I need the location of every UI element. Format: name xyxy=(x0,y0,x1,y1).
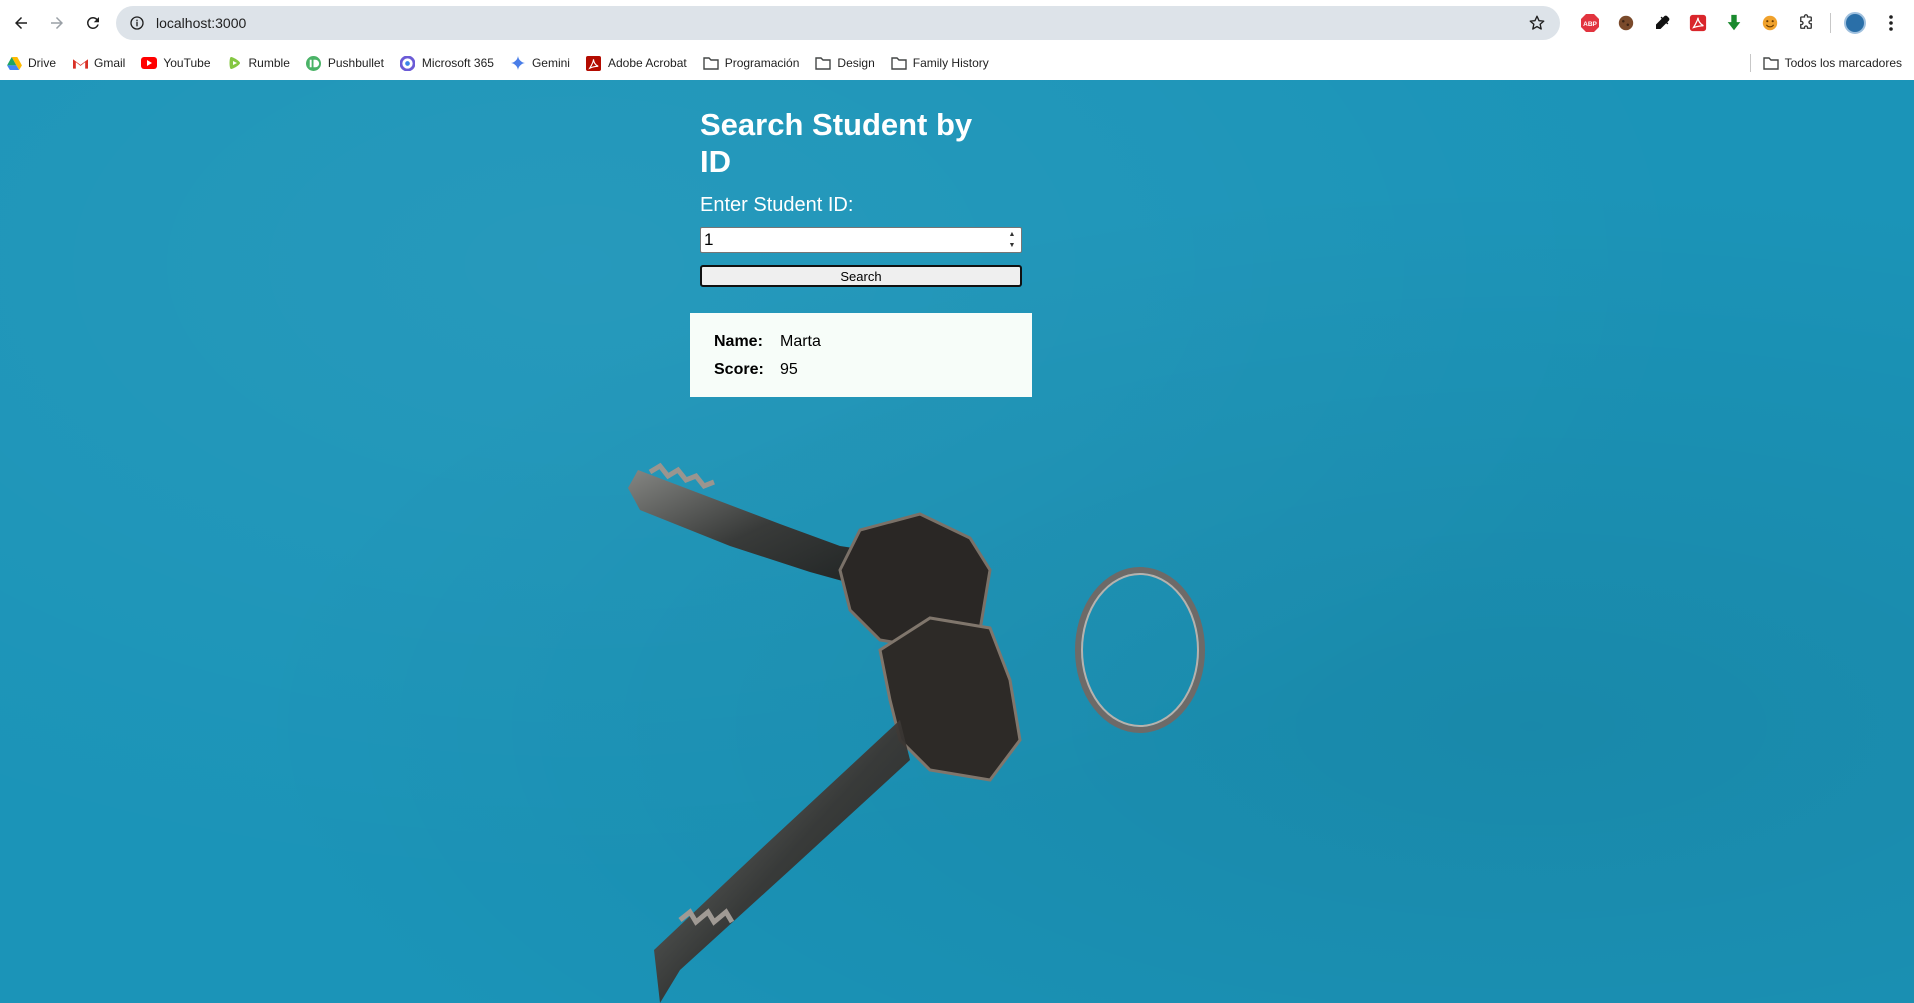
info-icon xyxy=(130,16,144,30)
browser-menu-button[interactable] xyxy=(1873,6,1909,40)
bookmark-folder-programacion[interactable]: Programación xyxy=(703,51,800,75)
all-bookmarks-area: Todos los marcadores xyxy=(1749,51,1902,75)
drive-icon xyxy=(6,55,22,71)
rumble-icon xyxy=(227,55,243,71)
page-viewport: Search Student by ID Enter Student ID: ▲… xyxy=(0,80,1914,1003)
bookmark-adobe-acrobat[interactable]: Adobe Acrobat xyxy=(586,51,687,75)
forward-button[interactable] xyxy=(40,6,74,40)
reload-button[interactable] xyxy=(76,6,110,40)
gmail-icon xyxy=(72,55,88,71)
spin-down-icon[interactable]: ▼ xyxy=(1006,241,1018,250)
youtube-icon xyxy=(141,55,158,71)
cookie-extension-icon[interactable] xyxy=(1608,6,1644,40)
student-id-input[interactable] xyxy=(700,227,1022,253)
student-result-card: Name: Marta Score: 95 xyxy=(690,313,1032,397)
student-id-field: ▲ ▼ xyxy=(700,227,1022,253)
keys-photo xyxy=(628,462,1205,1003)
star-icon[interactable] xyxy=(1528,14,1546,32)
result-score-row: Score: 95 xyxy=(714,361,798,379)
score-value: 95 xyxy=(780,361,798,378)
bookmark-label: Gemini xyxy=(531,56,570,70)
bookmark-label: Adobe Acrobat xyxy=(607,56,687,70)
bookmark-label: YouTube xyxy=(163,56,211,70)
bookmark-drive[interactable]: Drive xyxy=(6,51,56,75)
kebab-menu-icon xyxy=(1889,15,1893,31)
back-button[interactable] xyxy=(4,6,38,40)
all-bookmarks-button[interactable]: Todos los marcadores xyxy=(1762,51,1902,75)
bookmark-microsoft365[interactable]: Microsoft 365 xyxy=(400,51,494,75)
search-button[interactable]: Search xyxy=(700,265,1022,287)
adblock-label: ABP xyxy=(1583,21,1597,28)
search-form: Search Student by ID Enter Student ID: ▲… xyxy=(700,106,1022,287)
microsoft365-icon xyxy=(400,55,416,71)
bookmark-label: Family History xyxy=(912,56,989,70)
bookmark-label: Drive xyxy=(28,56,57,70)
bookmark-pushbullet[interactable]: Pushbullet xyxy=(306,51,384,75)
profile-avatar[interactable] xyxy=(1837,6,1873,40)
student-id-label: Enter Student ID: xyxy=(700,194,854,216)
acrobat-icon xyxy=(586,55,602,71)
url-text[interactable]: localhost:3000 xyxy=(156,15,246,31)
bookmark-label: Programación xyxy=(724,56,800,70)
bookmark-label: Pushbullet xyxy=(327,56,384,70)
bookmark-label: Rumble xyxy=(248,56,290,70)
avatar xyxy=(1844,12,1866,34)
folder-icon xyxy=(815,55,832,71)
bookmark-label: Microsoft 365 xyxy=(421,56,494,70)
bookmarks-separator xyxy=(1749,54,1751,72)
result-name-row: Name: Marta xyxy=(714,333,821,351)
bookmark-gmail[interactable]: Gmail xyxy=(72,51,125,75)
folder-icon xyxy=(891,55,907,71)
folder-icon xyxy=(703,55,719,71)
bookmark-folder-design[interactable]: Design xyxy=(815,51,875,75)
all-bookmarks-label: Todos los marcadores xyxy=(1784,56,1902,70)
spin-up-icon[interactable]: ▲ xyxy=(1006,230,1018,239)
bookmark-gemini[interactable]: Gemini xyxy=(510,51,570,75)
bookmark-youtube[interactable]: YouTube xyxy=(141,51,211,75)
page-title: Search Student by ID xyxy=(700,107,973,179)
download-extension-icon[interactable] xyxy=(1716,6,1752,40)
adblock-extension-icon[interactable]: ABP xyxy=(1572,6,1608,40)
name-value: Marta xyxy=(780,333,821,350)
puzzle-extensions-icon[interactable] xyxy=(1788,6,1824,40)
acrobat-extension-icon[interactable] xyxy=(1680,6,1716,40)
name-key: Name: xyxy=(714,333,763,350)
reload-icon xyxy=(86,16,99,29)
arrow-right-icon xyxy=(51,17,63,29)
folder-icon xyxy=(1762,55,1779,71)
score-key: Score: xyxy=(714,361,764,378)
extensions-area: ABP xyxy=(1572,6,1909,40)
emoji-extension-icon[interactable] xyxy=(1752,6,1788,40)
address-bar[interactable]: localhost:3000 xyxy=(116,6,1560,40)
bookmark-rumble[interactable]: Rumble xyxy=(227,51,290,75)
bookmark-label: Gmail xyxy=(94,56,126,70)
pushbullet-icon xyxy=(306,55,322,71)
bookmarks-bar: Drive Gmail YouTube Rumble Pushbullet Mi… xyxy=(0,46,1914,80)
toolbar-separator xyxy=(1830,13,1831,33)
gemini-icon xyxy=(510,55,526,71)
eyedropper-extension-icon[interactable] xyxy=(1644,6,1680,40)
bookmark-folder-family-history[interactable]: Family History xyxy=(891,51,989,75)
site-info-button[interactable] xyxy=(120,6,154,40)
number-spinner[interactable]: ▲ ▼ xyxy=(1006,230,1018,250)
bookmark-label: Design xyxy=(837,56,875,70)
browser-toolbar: localhost:3000 ABP xyxy=(0,0,1914,46)
arrow-left-icon xyxy=(15,17,27,29)
